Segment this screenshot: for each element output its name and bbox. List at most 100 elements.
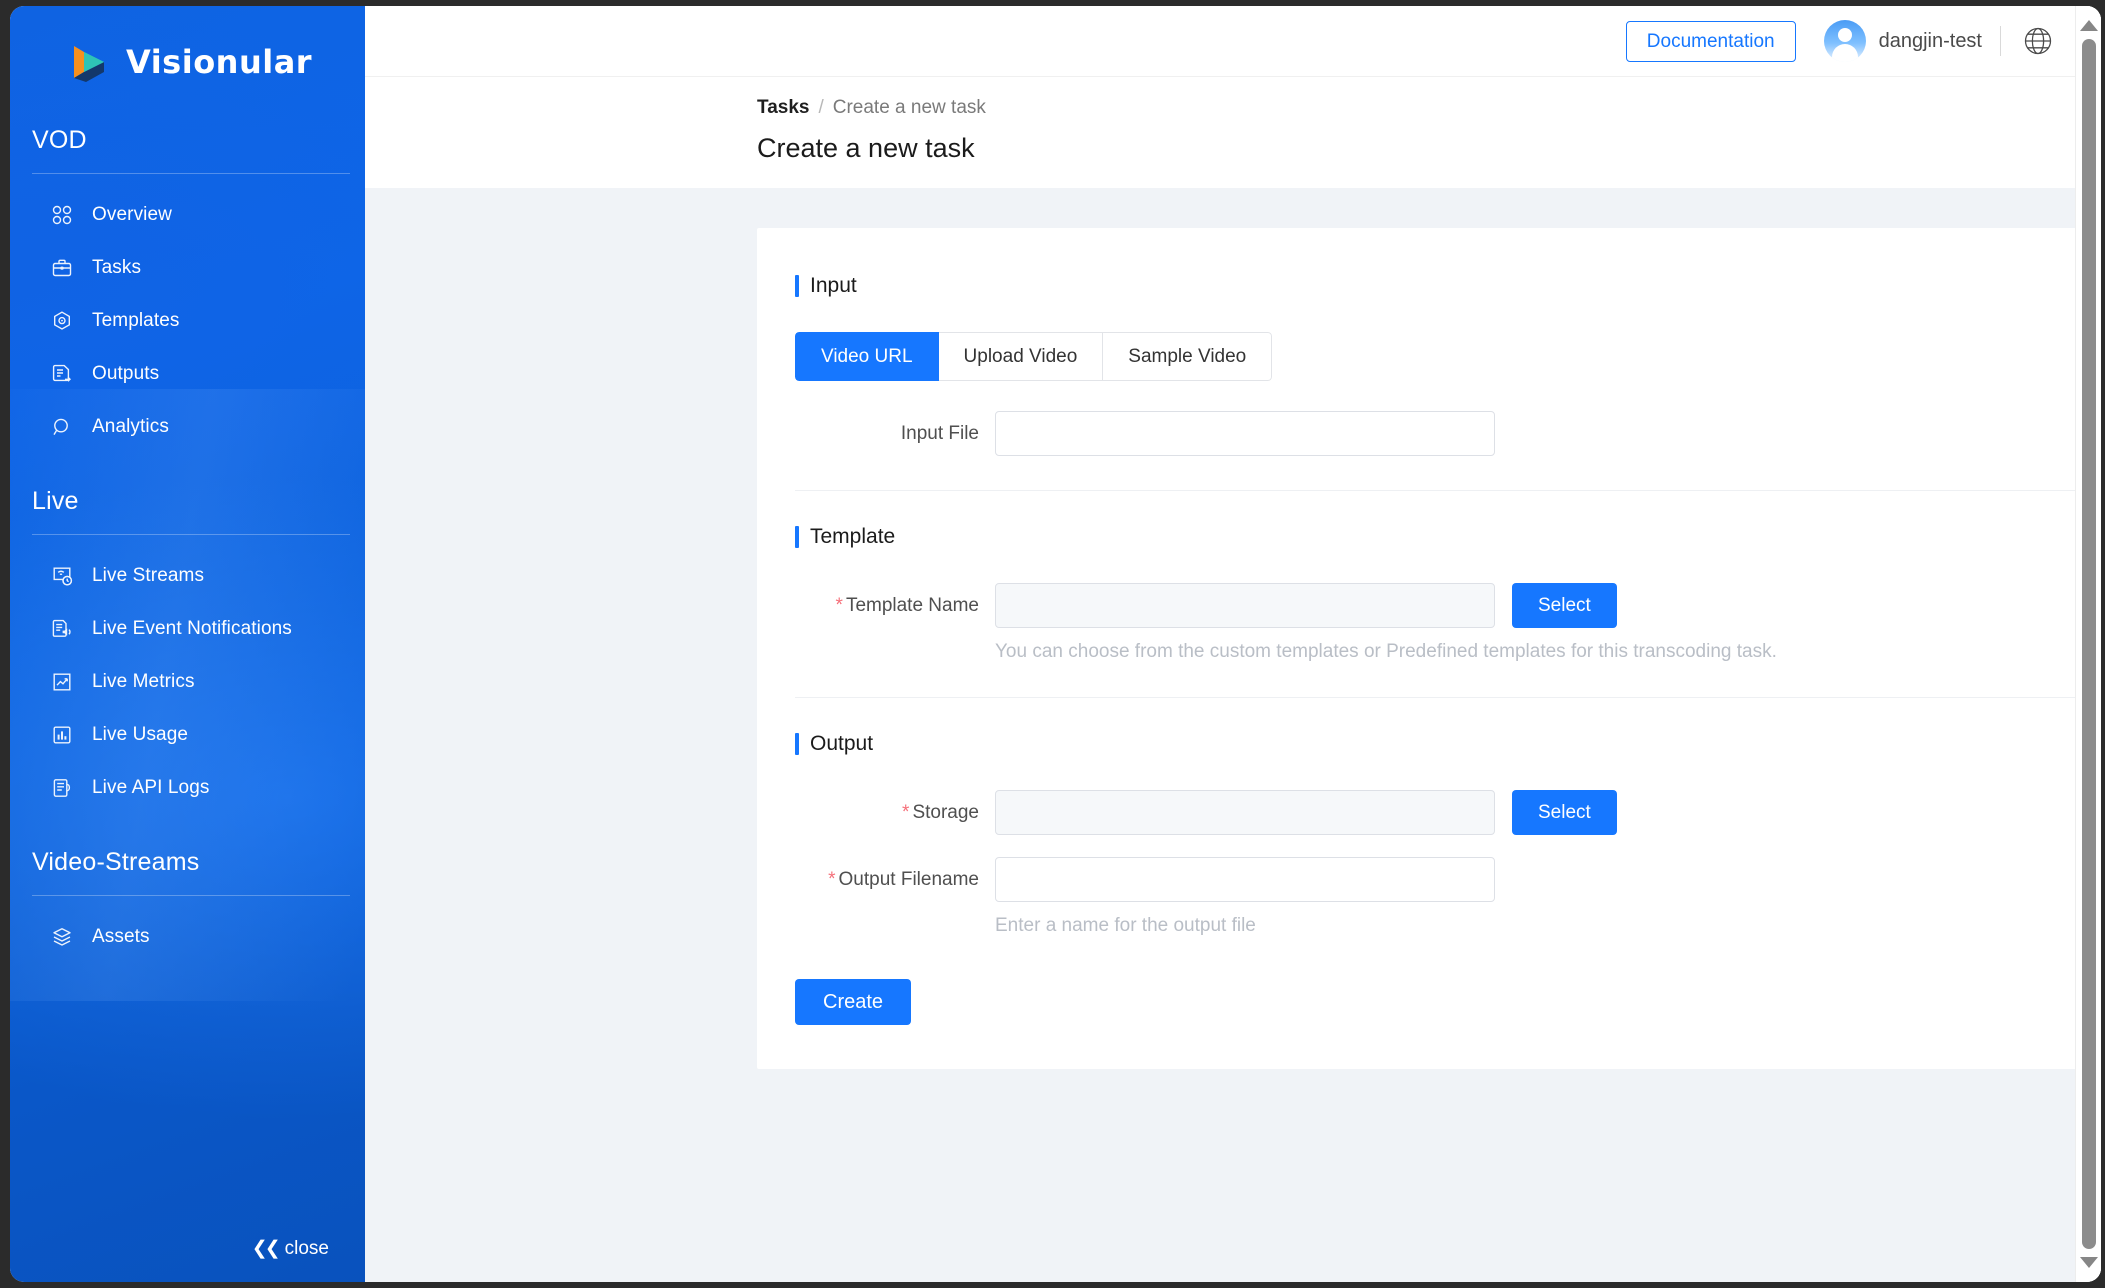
sidebar-nav-live: Live Streams Live Event Notifications Li… — [10, 535, 365, 814]
form-row-storage: * Storage Select — [757, 790, 2101, 835]
section-heading-output: Output — [757, 732, 2101, 756]
sidebar-item-templates[interactable]: Templates — [10, 294, 365, 347]
create-task-form-card: Input Video URL Upload Video Sample Vide… — [757, 228, 2101, 1069]
sidebar-item-label: Live Streams — [92, 564, 205, 586]
sidebar-item-live-metrics[interactable]: Live Metrics — [10, 655, 365, 708]
sidebar-item-label: Assets — [92, 925, 150, 947]
template-name-label-text: Template Name — [845, 594, 979, 616]
input-file-label: Input File — [900, 422, 979, 444]
sidebar-nav-vod: Overview Tasks Templates Outputs Analyti… — [10, 174, 365, 453]
sidebar-section-title-live: Live — [32, 487, 79, 515]
content-scroll-area: Input Video URL Upload Video Sample Vide… — [365, 188, 2101, 1282]
scrollbar-track[interactable] — [2076, 31, 2101, 1257]
sidebar-item-outputs[interactable]: Outputs — [10, 347, 365, 400]
output-filename-label: * Output Filename — [795, 869, 995, 891]
breadcrumb: Tasks / Create a new task — [757, 77, 2101, 119]
input-file-field[interactable] — [995, 411, 1495, 456]
documentation-button[interactable]: Documentation — [1625, 20, 1796, 62]
sidebar-nav-video-streams: Assets — [10, 896, 365, 963]
input-source-tabs: Video URL Upload Video Sample Video — [795, 332, 1273, 381]
sidebar-item-label: Analytics — [92, 415, 169, 437]
required-marker: * — [828, 868, 836, 890]
vertical-scrollbar[interactable] — [2075, 6, 2101, 1282]
document-speaker-icon — [50, 617, 74, 641]
form-row-output-filename: * Output Filename — [757, 857, 2101, 902]
layers-icon — [50, 925, 74, 949]
sidebar-item-tasks[interactable]: Tasks — [10, 241, 365, 294]
main-region: Documentation dangjin-test Tasks / Creat… — [365, 6, 2101, 1282]
sidebar-item-label: Live Metrics — [92, 670, 195, 692]
sidebar-item-live-streams[interactable]: Live Streams — [10, 549, 365, 602]
globe-icon[interactable] — [2021, 24, 2055, 58]
grid-four-squares-icon — [50, 203, 74, 227]
sidebar-item-live-usage[interactable]: Live Usage — [10, 708, 365, 761]
required-marker: * — [835, 594, 843, 616]
sidebar-section-video-streams: Video-Streams — [10, 848, 365, 896]
section-heading-input: Input — [757, 274, 2101, 298]
sidebar-item-assets[interactable]: Assets — [10, 910, 365, 963]
sidebar-item-label: Live API Logs — [92, 776, 210, 798]
sidebar-item-label: Outputs — [92, 362, 160, 384]
required-marker: * — [902, 801, 910, 823]
user-menu[interactable]: dangjin-test — [1823, 20, 1982, 62]
scrollbar-thumb[interactable] — [2081, 39, 2096, 1249]
breadcrumb-item-current: Create a new task — [832, 97, 986, 118]
storage-label-text: Storage — [912, 801, 979, 823]
template-name-field[interactable] — [995, 583, 1495, 628]
brand-logo[interactable]: Visionular — [10, 6, 365, 82]
section-heading-label: Output — [810, 732, 874, 755]
sidebar-item-analytics[interactable]: Analytics — [10, 400, 365, 453]
storage-select-button[interactable]: Select — [1512, 790, 1617, 835]
section-heading-label: Input — [810, 274, 857, 297]
toolbar-divider — [2000, 26, 2001, 56]
logs-list-icon — [50, 776, 74, 800]
sidebar-collapse-label: close — [284, 1237, 329, 1259]
storage-label: * Storage — [795, 802, 995, 824]
sidebar-collapse-button[interactable]: ❮❮ close — [252, 1237, 329, 1260]
section-accent-bar — [795, 733, 799, 755]
tab-sample-video[interactable]: Sample Video — [1103, 332, 1273, 381]
template-select-button[interactable]: Select — [1512, 583, 1617, 628]
hexagon-target-icon — [50, 309, 74, 333]
scroll-up-arrow-icon[interactable] — [2079, 20, 2098, 31]
output-filename-helper-text: Enter a name for the output file — [995, 915, 1256, 936]
top-bar: Documentation dangjin-test — [365, 6, 2101, 76]
document-arrow-icon — [50, 362, 74, 386]
sidebar-section-title-video-streams: Video-Streams — [32, 848, 200, 876]
username-label: dangjin-test — [1878, 29, 1982, 52]
line-chart-icon — [50, 670, 74, 694]
page-title: Create a new task — [757, 133, 975, 163]
form-row-template-name: * Template Name Select — [757, 583, 2101, 628]
template-helper-text: You can choose from the custom templates… — [995, 641, 1777, 662]
template-name-label: * Template Name — [795, 595, 995, 617]
form-row-input-file: Input File — [757, 411, 2101, 456]
sidebar-item-label: Tasks — [92, 256, 142, 278]
magnifier-icon — [50, 415, 74, 439]
browser-window-frame: Visionular VOD Overview Tasks Templates … — [0, 0, 2105, 1288]
output-filename-field[interactable] — [995, 857, 1495, 902]
output-filename-label-text: Output Filename — [838, 868, 979, 890]
double-chevron-left-icon: ❮❮ — [251, 1238, 281, 1259]
storage-field[interactable] — [995, 790, 1495, 835]
bar-chart-icon — [50, 723, 74, 747]
sidebar-section-title-vod: VOD — [32, 126, 87, 154]
sidebar-item-overview[interactable]: Overview — [10, 188, 365, 241]
tab-upload-video[interactable]: Upload Video — [938, 332, 1104, 381]
sidebar: Visionular VOD Overview Tasks Templates … — [10, 6, 365, 1282]
play-logo-icon — [70, 42, 112, 82]
section-heading-template: Template — [757, 525, 2101, 549]
section-accent-bar — [795, 526, 799, 548]
sidebar-item-label: Overview — [92, 203, 172, 225]
breadcrumb-item-tasks[interactable]: Tasks — [757, 97, 809, 119]
sidebar-section-vod: VOD — [10, 126, 365, 174]
sidebar-item-label: Live Event Notifications — [92, 617, 292, 639]
sidebar-item-live-event-notifications[interactable]: Live Event Notifications — [10, 602, 365, 655]
brand-name: Visionular — [126, 43, 313, 81]
app-window: Visionular VOD Overview Tasks Templates … — [10, 6, 2101, 1282]
sidebar-section-live: Live — [10, 487, 365, 535]
scroll-down-arrow-icon[interactable] — [2079, 1257, 2098, 1268]
section-accent-bar — [795, 275, 799, 297]
tab-video-url[interactable]: Video URL — [795, 332, 939, 381]
sidebar-item-live-api-logs[interactable]: Live API Logs — [10, 761, 365, 814]
create-button[interactable]: Create — [795, 979, 912, 1025]
